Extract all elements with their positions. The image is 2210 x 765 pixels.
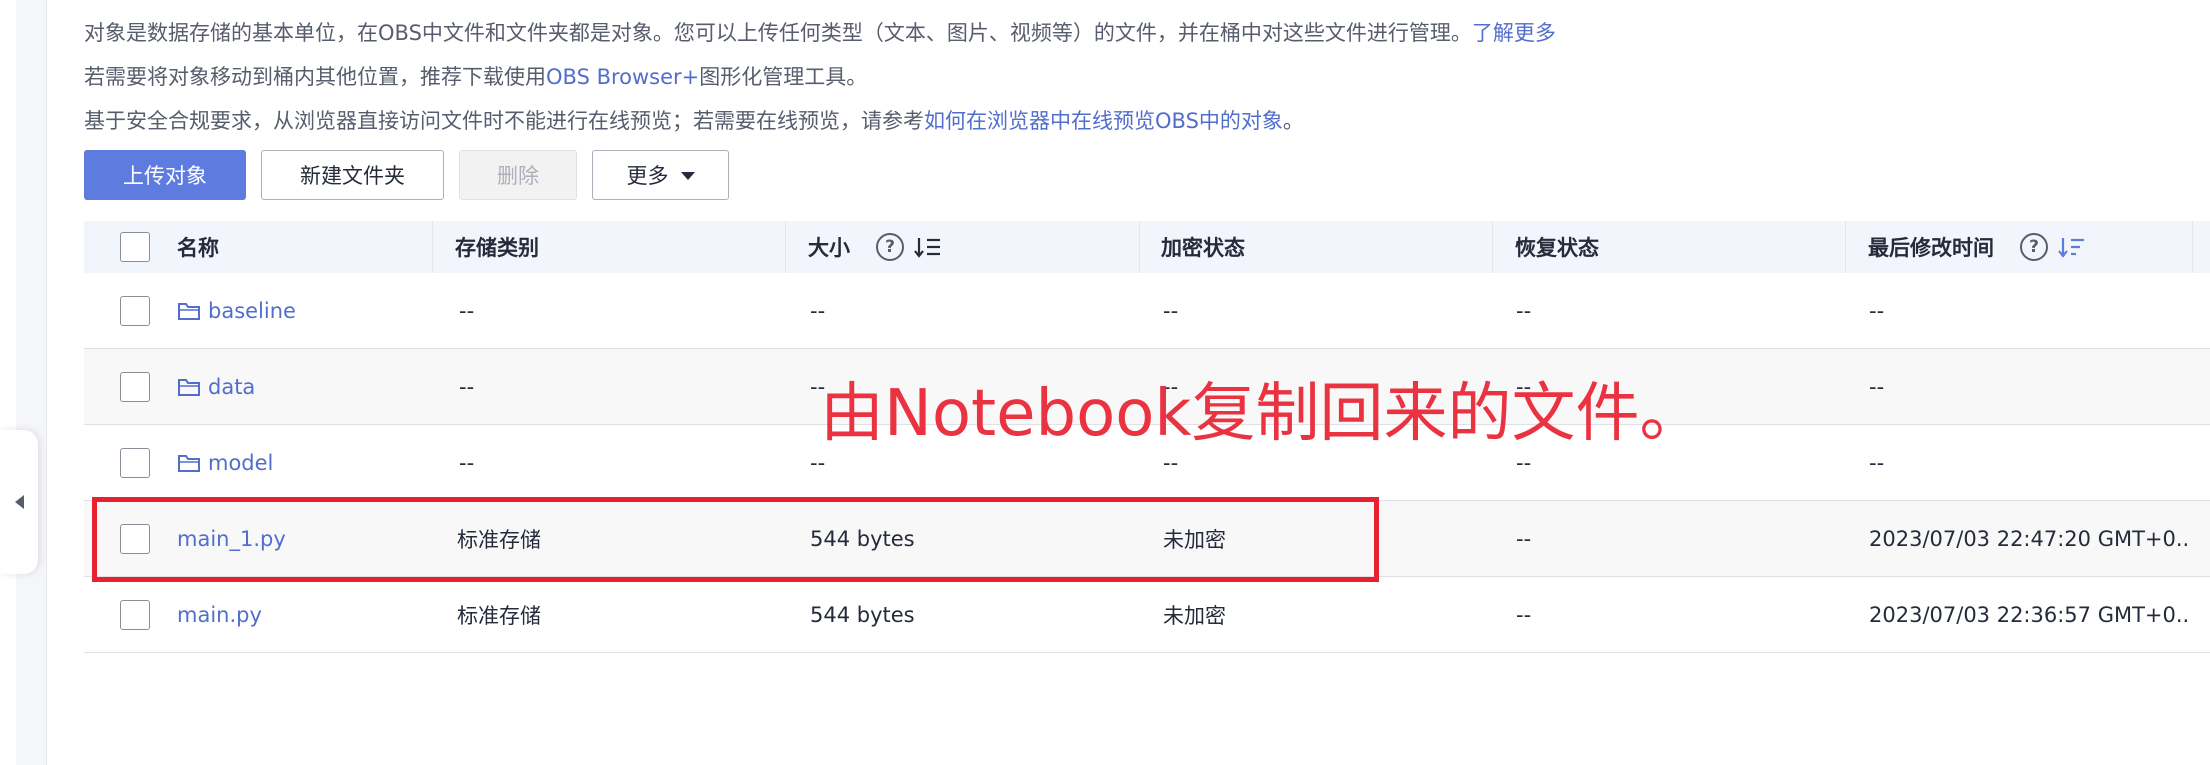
collapse-left-icon [14,495,24,509]
notice-object-description: 对象是数据存储的基本单位，在OBS中文件和文件夹都是对象。您可以上传任何类型（文… [84,17,1556,47]
storage-class-cell: -- [459,451,475,475]
column-divider [1139,221,1140,273]
help-icon[interactable]: ? [2020,233,2048,261]
left-rail-background [16,0,47,765]
select-all-checkbox[interactable] [120,232,150,262]
last-modified-cell: -- [1869,451,1885,475]
table-row: main_1.py 标准存储 544 bytes 未加密 -- 2023/07/… [84,501,2210,577]
encryption-cell: 未加密 [1163,604,1226,628]
notice-preview-post: 。 [1282,109,1304,133]
last-modified-cell: 2023/07/03 22:36:57 GMT+0... [1869,603,2189,627]
folder-icon [177,452,201,474]
column-divider [1845,221,1846,273]
table-header: 名称 存储类别 大小 ? 加密状态 恢复状态 最后修改时间 ? [84,221,2210,273]
object-name-link[interactable]: data [177,349,255,425]
size-cell: 544 bytes [810,603,915,627]
object-table: 名称 存储类别 大小 ? 加密状态 恢复状态 最后修改时间 ? baseline… [84,221,2210,653]
restore-cell: -- [1516,603,1532,627]
last-modified-cell: 2023/07/03 22:47:20 GMT+0... [1869,527,2189,551]
storage-class-cell: -- [459,375,475,399]
storage-class-cell: -- [459,299,475,323]
column-header-last-modified: 最后修改时间 ? [1868,221,2086,273]
caret-down-icon [680,172,695,180]
size-cell: -- [810,375,826,399]
column-header-size: 大小 ? [808,221,942,273]
encryption-cell: -- [1163,299,1179,323]
encryption-cell: -- [1163,451,1179,475]
learn-more-link[interactable]: 了解更多 [1472,21,1556,45]
row-checkbox[interactable] [120,448,150,478]
object-name: baseline [208,299,296,323]
size-cell: -- [810,299,826,323]
more-dropdown-button[interactable]: 更多 [592,150,729,200]
column-divider [432,221,433,273]
column-divider [1492,221,1493,273]
encryption-cell: -- [1163,375,1179,399]
encryption-cell: 未加密 [1163,528,1226,552]
column-header-last-modified-label: 最后修改时间 [1868,236,1994,260]
delete-button: 删除 [459,150,577,200]
notice-preview: 基于安全合规要求，从浏览器直接访问文件时不能进行在线预览；若需要在线预览，请参考… [84,105,1304,135]
size-cell: -- [810,451,826,475]
sort-icon[interactable] [2058,235,2086,259]
column-header-encryption: 加密状态 [1161,236,1245,260]
table-row: model -- -- -- -- -- [84,425,2210,501]
notice-obs-browser-pre: 若需要将对象移动到桶内其他位置，推荐下载使用 [84,65,546,89]
folder-icon [177,376,201,398]
more-label: 更多 [626,164,669,188]
preview-help-link[interactable]: 如何在浏览器中在线预览OBS中的对象 [924,109,1283,133]
row-checkbox[interactable] [120,296,150,326]
object-name: model [208,451,274,475]
sort-icon[interactable] [914,235,942,259]
row-checkbox[interactable] [120,600,150,630]
new-folder-button[interactable]: 新建文件夹 [261,150,444,200]
help-icon[interactable]: ? [876,233,904,261]
notice-object-description-text: 对象是数据存储的基本单位，在OBS中文件和文件夹都是对象。您可以上传任何类型（文… [84,21,1472,45]
left-rail [0,0,47,765]
notice-obs-browser: 若需要将对象移动到桶内其他位置，推荐下载使用OBS Browser+图形化管理工… [84,61,867,91]
object-name: data [208,375,256,399]
object-name-link[interactable]: main_1.py [177,501,286,577]
last-modified-cell: -- [1869,299,1885,323]
upload-object-button[interactable]: 上传对象 [84,150,246,200]
column-divider [2192,221,2193,273]
restore-cell: -- [1516,527,1532,551]
notice-obs-browser-post: 图形化管理工具。 [699,65,868,89]
column-header-name: 名称 [177,236,219,260]
object-name-link[interactable]: main.py [177,577,262,653]
storage-class-cell: 标准存储 [457,604,541,628]
object-name-link[interactable]: model [177,425,273,501]
size-cell: 544 bytes [810,527,915,551]
storage-class-cell: 标准存储 [457,528,541,552]
column-header-size-label: 大小 [808,236,850,260]
column-header-restore: 恢复状态 [1515,236,1599,260]
row-checkbox[interactable] [120,524,150,554]
table-row: data -- -- -- -- -- [84,349,2210,425]
object-name-link[interactable]: baseline [177,273,296,349]
table-row: main.py 标准存储 544 bytes 未加密 -- 2023/07/03… [84,577,2210,653]
folder-icon [177,300,201,322]
obs-browser-link[interactable]: OBS Browser+ [546,65,699,89]
restore-cell: -- [1516,375,1532,399]
notice-preview-text: 基于安全合规要求，从浏览器直接访问文件时不能进行在线预览；若需要在线预览，请参考 [84,109,924,133]
last-modified-cell: -- [1869,375,1885,399]
column-divider [785,221,786,273]
table-row: baseline -- -- -- -- -- [84,273,2210,349]
column-header-storage-class: 存储类别 [455,236,539,260]
collapse-sidebar-button[interactable] [0,430,38,574]
restore-cell: -- [1516,451,1532,475]
row-checkbox[interactable] [120,372,150,402]
restore-cell: -- [1516,299,1532,323]
